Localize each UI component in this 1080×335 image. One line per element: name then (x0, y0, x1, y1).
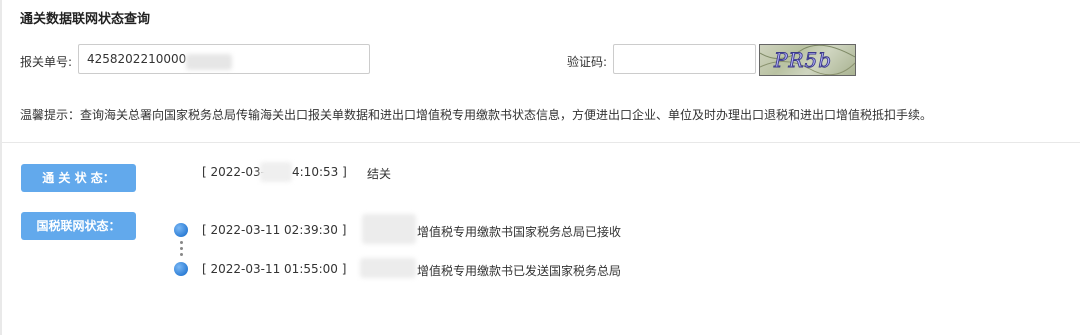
timeline-dot (174, 262, 188, 276)
left-border (0, 0, 2, 335)
declaration-number-value: 4258202210000 (87, 52, 187, 66)
timeline-connector (180, 241, 183, 244)
captcha-image[interactable]: PR5b (759, 44, 856, 76)
captcha-label: 验证码: (567, 55, 608, 69)
timeline-connector (180, 247, 183, 250)
timeline-dot (174, 223, 188, 237)
tip-text: 温馨提示：查询海关总署向国家税务总局传输海关出口报关单数据和进出口增值税专用缴款… (20, 108, 933, 122)
tax-status-label: 国税联网状态： (21, 212, 136, 240)
timeline-connector (180, 253, 183, 256)
customs-status-time: [ 2022-03- (202, 165, 265, 179)
redacted-blur (360, 258, 416, 278)
tax-entry-text: 增值税专用缴款书国家税务总局已接收 (417, 225, 622, 239)
page-title: 通关数据联网状态查询 (20, 12, 151, 27)
redacted-blur (260, 162, 292, 182)
tax-entry-text: 增值税专用缴款书已发送国家税务总局 (417, 264, 622, 278)
section-divider (2, 142, 1080, 143)
redacted-blur (362, 214, 416, 244)
customs-status-time-suffix: 4:10:53 ] (292, 165, 347, 179)
declaration-number-label: 报关单号: (20, 55, 73, 69)
redacted-blur (186, 54, 232, 70)
tax-entry-time: [ 2022-03-11 02:39:30 ] (202, 223, 347, 237)
captcha-input[interactable] (613, 44, 756, 74)
captcha-text: PR5b (773, 48, 832, 72)
customs-status-value: 结关 (367, 167, 392, 181)
customs-status-label: 通 关 状 态： (21, 164, 136, 192)
tax-entry-time: [ 2022-03-11 01:55:00 ] (202, 262, 347, 276)
